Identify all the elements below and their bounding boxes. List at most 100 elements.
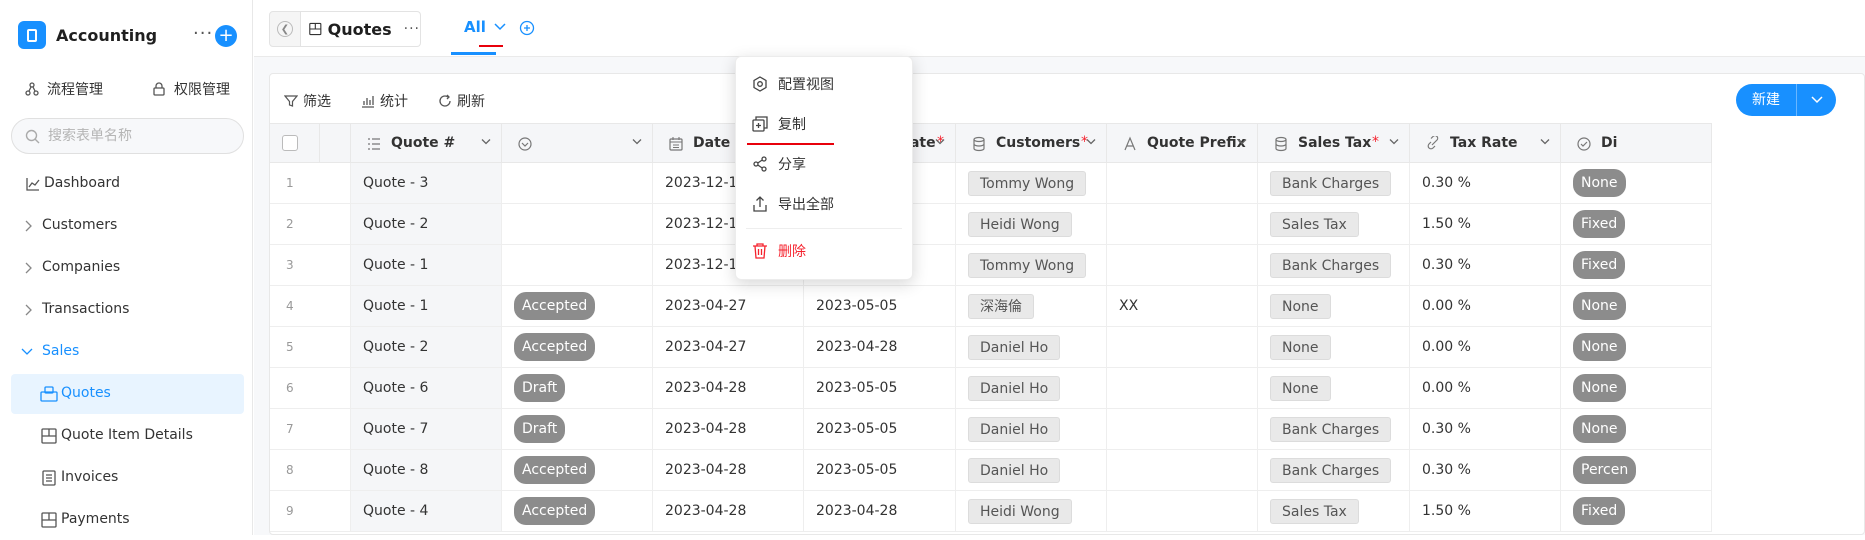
nav-item-dashboard[interactable]: Dashboard [11, 164, 244, 204]
column-header[interactable]: Customers * [956, 123, 1107, 163]
select-all-checkbox[interactable] [282, 135, 298, 151]
permission-management-link[interactable]: 权限管理 [152, 78, 230, 100]
table-cell[interactable]: None [1561, 286, 1712, 327]
table-cell[interactable]: Accepted [502, 491, 653, 532]
table-cell[interactable]: 0.30 % [1410, 409, 1561, 450]
table-cell[interactable]: None [1561, 327, 1712, 368]
menu-delete[interactable]: 删除 [752, 237, 806, 265]
table-cell[interactable]: Quote - 6 [351, 368, 502, 409]
menu-copy[interactable]: 复制 [752, 110, 806, 138]
nav-item-transactions[interactable]: Transactions [11, 290, 244, 330]
table-cell[interactable]: 0.00 % [1410, 368, 1561, 409]
collapse-sidebar-button[interactable]: ❮ [269, 11, 301, 47]
column-menu-chevron-icon[interactable] [481, 138, 491, 146]
table-cell[interactable]: 0.00 % [1410, 286, 1561, 327]
column-menu-chevron-icon[interactable] [935, 138, 945, 146]
table-cell[interactable] [1107, 204, 1258, 245]
table-cell[interactable]: 2023-04-27 [653, 286, 804, 327]
column-header[interactable]: Tax Rate [1410, 123, 1561, 163]
table-cell[interactable]: Fixed [1561, 245, 1712, 286]
table-cell[interactable]: Bank Charges [1258, 409, 1410, 450]
app-add-button[interactable]: + [215, 25, 237, 47]
nav-item-customers[interactable]: Customers [11, 206, 244, 246]
table-cell[interactable]: 0.30 % [1410, 163, 1561, 204]
table-cell[interactable] [1107, 368, 1258, 409]
table-cell[interactable]: Quote - 3 [351, 163, 502, 204]
column-menu-chevron-icon[interactable] [1389, 138, 1399, 146]
table-cell[interactable]: Tommy Wong [956, 245, 1107, 286]
table-cell[interactable] [1107, 450, 1258, 491]
table-cell[interactable]: None [1258, 286, 1410, 327]
menu-share[interactable]: 分享 [752, 150, 806, 178]
table-cell[interactable]: Daniel Ho [956, 409, 1107, 450]
refresh-button[interactable]: 刷新 [438, 91, 485, 111]
table-cell[interactable]: Quote - 1 [351, 245, 502, 286]
table-cell[interactable]: Quote - 2 [351, 327, 502, 368]
table-cell[interactable]: 2023-05-05 [804, 286, 956, 327]
table-cell[interactable]: Heidi Wong [956, 491, 1107, 532]
table-cell[interactable]: 1.50 % [1410, 204, 1561, 245]
column-header[interactable]: Quote Prefix [1107, 123, 1258, 163]
new-record-dropdown[interactable] [1796, 84, 1836, 116]
view-tab-all[interactable]: All [464, 18, 506, 36]
table-cell[interactable] [502, 163, 653, 204]
page-more-button[interactable]: ··· [404, 21, 420, 37]
table-cell[interactable]: Bank Charges [1258, 163, 1410, 204]
add-view-icon[interactable] [519, 20, 535, 36]
table-cell[interactable] [1107, 327, 1258, 368]
new-record-button[interactable]: 新建 [1736, 84, 1796, 116]
table-cell[interactable]: None [1561, 163, 1712, 204]
table-cell[interactable]: Bank Charges [1258, 450, 1410, 491]
table-cell[interactable]: 1.50 % [1410, 491, 1561, 532]
table-cell[interactable]: 2023-05-05 [804, 409, 956, 450]
form-search-input[interactable] [48, 128, 228, 144]
table-cell[interactable]: Quote - 7 [351, 409, 502, 450]
column-menu-chevron-icon[interactable] [1540, 138, 1550, 146]
filter-button[interactable]: 筛选 [284, 91, 331, 111]
table-cell[interactable]: Quote - 1 [351, 286, 502, 327]
table-cell[interactable]: 2023-04-28 [804, 491, 956, 532]
nav-item-sales[interactable]: Sales [11, 332, 244, 372]
column-header[interactable]: Di [1561, 123, 1712, 163]
table-cell[interactable]: Sales Tax [1258, 204, 1410, 245]
table-cell[interactable]: Bank Charges [1258, 245, 1410, 286]
nav-item-quotes[interactable]: Quotes [11, 374, 244, 414]
table-cell[interactable]: 0.30 % [1410, 450, 1561, 491]
table-cell[interactable]: Percen [1561, 450, 1712, 491]
column-menu-chevron-icon[interactable] [1237, 138, 1247, 146]
column-header[interactable] [502, 123, 653, 163]
table-cell[interactable] [502, 204, 653, 245]
table-cell[interactable]: 2023-04-28 [653, 409, 804, 450]
table-cell[interactable]: 2023-04-28 [653, 450, 804, 491]
nav-item-invoices[interactable]: Invoices [11, 458, 244, 498]
table-cell[interactable]: Tommy Wong [956, 163, 1107, 204]
table-cell[interactable] [1107, 491, 1258, 532]
column-header[interactable]: Quote # [351, 123, 502, 163]
table-cell[interactable]: Daniel Ho [956, 368, 1107, 409]
table-cell[interactable]: 0.00 % [1410, 327, 1561, 368]
table-cell[interactable]: Quote - 4 [351, 491, 502, 532]
table-cell[interactable]: 2023-05-05 [804, 368, 956, 409]
table-cell[interactable]: Accepted [502, 327, 653, 368]
table-cell[interactable] [1107, 245, 1258, 286]
table-cell[interactable] [1107, 409, 1258, 450]
table-cell[interactable]: 深海倫 [956, 286, 1107, 327]
table-cell[interactable]: Daniel Ho [956, 327, 1107, 368]
table-cell[interactable]: Draft [502, 409, 653, 450]
table-cell[interactable]: 2023-04-28 [804, 327, 956, 368]
menu-export-all[interactable]: 导出全部 [752, 190, 834, 218]
workflow-management-link[interactable]: 流程管理 [25, 78, 103, 100]
table-cell[interactable]: Heidi Wong [956, 204, 1107, 245]
table-cell[interactable]: XX [1107, 286, 1258, 327]
nav-item-payments[interactable]: Payments [11, 500, 244, 540]
table-cell[interactable]: 2023-04-28 [653, 491, 804, 532]
table-cell[interactable] [502, 245, 653, 286]
table-cell[interactable]: Fixed [1561, 204, 1712, 245]
table-cell[interactable]: 0.30 % [1410, 245, 1561, 286]
table-cell[interactable]: 2023-04-27 [653, 327, 804, 368]
column-header[interactable]: Sales Tax * [1258, 123, 1410, 163]
table-cell[interactable]: None [1258, 327, 1410, 368]
table-cell[interactable]: Quote - 8 [351, 450, 502, 491]
nav-item-quote-item-details[interactable]: Quote Item Details [11, 416, 244, 456]
nav-item-companies[interactable]: Companies [11, 248, 244, 288]
